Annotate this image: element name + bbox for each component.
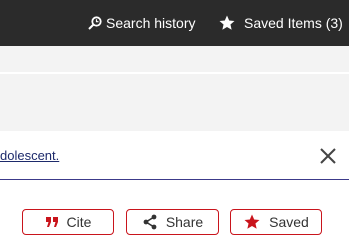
saved-button[interactable]: Saved bbox=[230, 209, 322, 235]
header-divider bbox=[0, 72, 349, 74]
share-icon bbox=[142, 214, 158, 230]
search-history-label: Search history bbox=[106, 15, 196, 31]
notice-link[interactable]: dolescent. bbox=[0, 148, 59, 163]
quote-icon bbox=[45, 216, 59, 228]
page-header-area bbox=[0, 46, 349, 131]
saved-items-link[interactable]: Saved Items (3) bbox=[218, 0, 343, 46]
close-icon[interactable] bbox=[319, 147, 337, 165]
saved-items-label: Saved Items (3) bbox=[244, 15, 343, 31]
share-button[interactable]: Share bbox=[126, 209, 219, 235]
share-label: Share bbox=[165, 214, 204, 230]
search-history-icon bbox=[88, 16, 102, 30]
saved-label: Saved bbox=[269, 214, 309, 230]
search-history-link[interactable]: Search history bbox=[87, 0, 195, 46]
star-icon bbox=[219, 15, 235, 30]
cite-button[interactable]: Cite bbox=[22, 209, 114, 235]
star-icon bbox=[243, 213, 261, 231]
cite-label: Cite bbox=[66, 214, 92, 230]
notice-banner: dolescent. bbox=[0, 131, 349, 180]
top-navigation-bar: Search history Saved Items (3) bbox=[0, 0, 349, 46]
